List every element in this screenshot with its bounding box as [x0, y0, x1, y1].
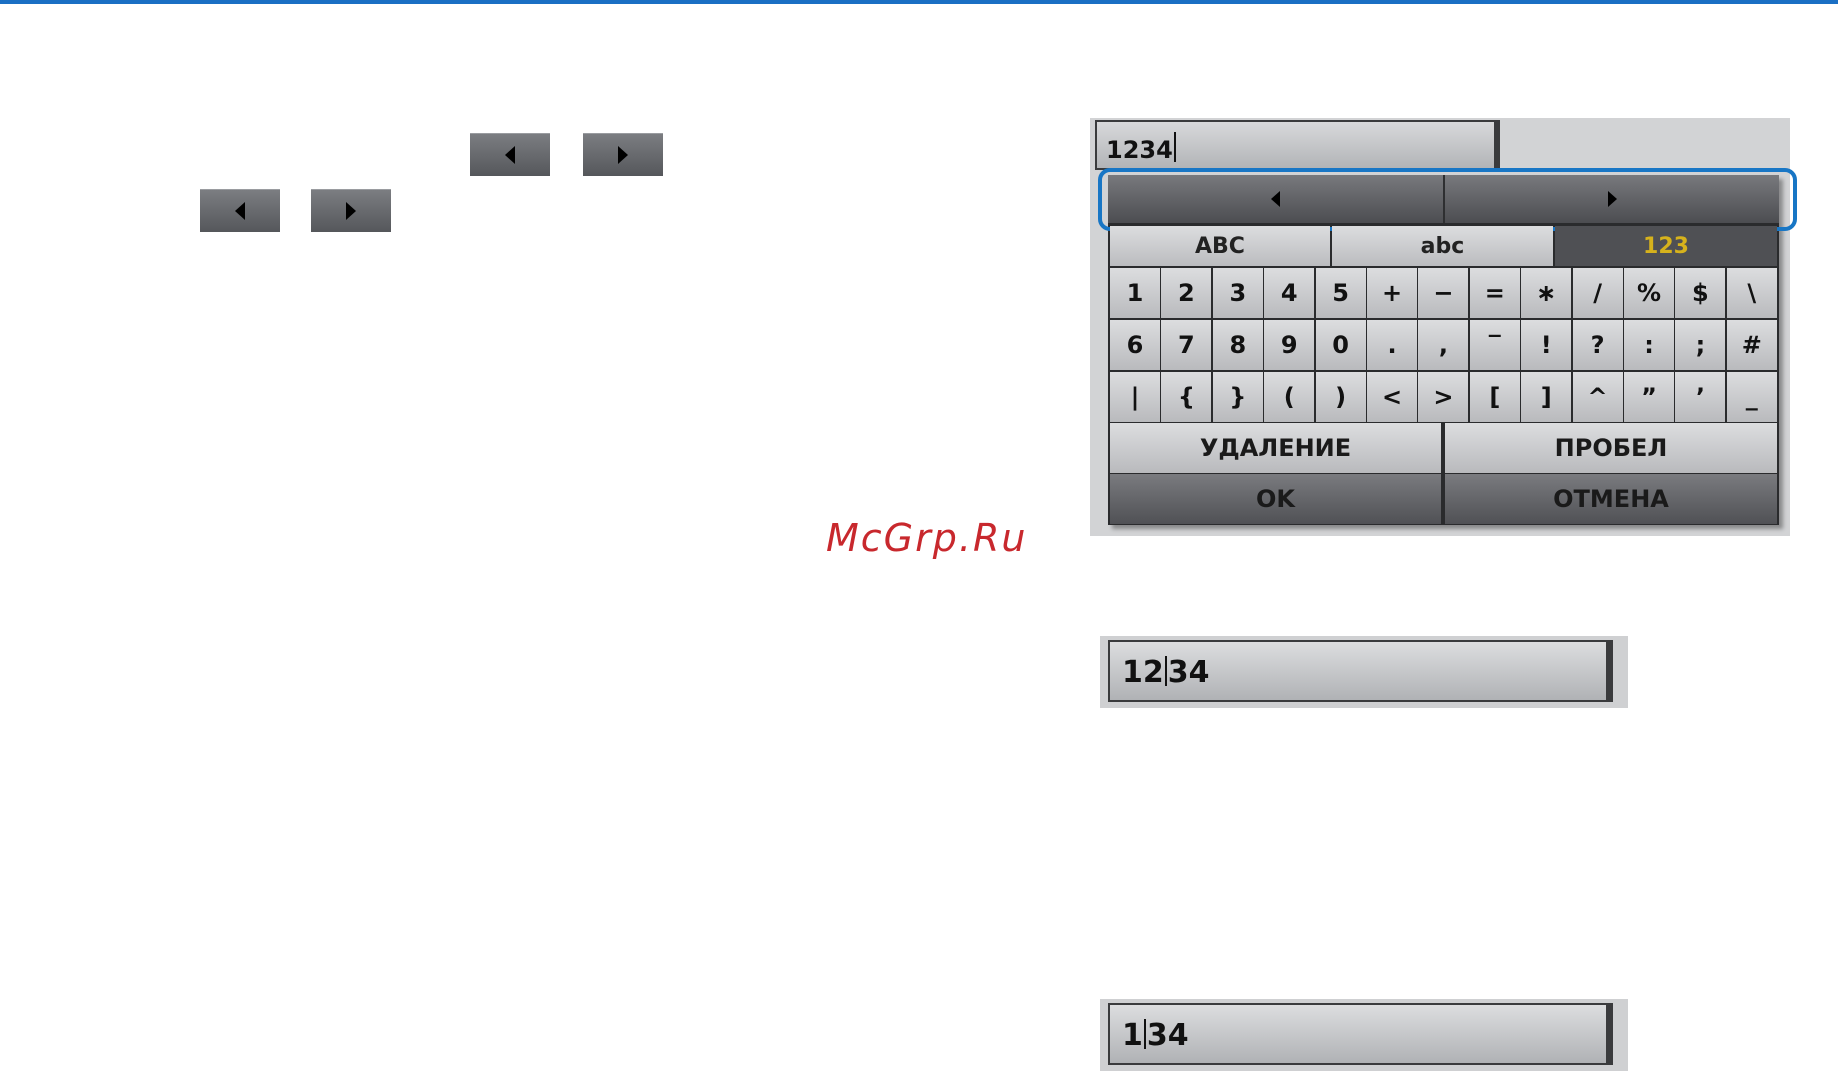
- key[interactable]: 6: [1110, 320, 1160, 370]
- tab-abc[interactable]: ABC: [1110, 226, 1330, 266]
- input-field-example: 1 34: [1100, 999, 1628, 1071]
- text-cursor: [1164, 656, 1167, 686]
- key[interactable]: 7: [1161, 320, 1212, 370]
- key[interactable]: (: [1264, 372, 1315, 422]
- top-rule: [0, 0, 1838, 4]
- text-cursor: [1173, 132, 1176, 162]
- key[interactable]: ,: [1418, 320, 1469, 370]
- key[interactable]: 9: [1264, 320, 1315, 370]
- input-value: 1234: [1106, 136, 1173, 164]
- value-after-cursor: 34: [1167, 655, 1210, 690]
- space-button[interactable]: ПРОБЕЛ: [1445, 423, 1777, 473]
- key[interactable]: #: [1726, 320, 1777, 370]
- key[interactable]: ]: [1521, 372, 1572, 422]
- key[interactable]: \: [1726, 268, 1777, 318]
- key[interactable]: $: [1675, 268, 1726, 318]
- key[interactable]: 2: [1161, 268, 1212, 318]
- key[interactable]: ’: [1675, 372, 1726, 422]
- key[interactable]: 5: [1315, 268, 1366, 318]
- key[interactable]: {: [1161, 372, 1212, 422]
- arrow-row-highlight: [1098, 168, 1797, 231]
- text-input-field[interactable]: 1234: [1108, 640, 1613, 702]
- left-arrow-button-illustration: [200, 189, 280, 232]
- key[interactable]: >: [1418, 372, 1469, 422]
- key[interactable]: %: [1624, 268, 1674, 318]
- key[interactable]: _: [1726, 372, 1777, 422]
- key[interactable]: ^: [1572, 372, 1623, 422]
- right-arrow-button-illustration: [583, 133, 663, 176]
- right-arrow-button-illustration: [311, 189, 391, 232]
- key[interactable]: !: [1521, 320, 1572, 370]
- key[interactable]: :: [1624, 320, 1674, 370]
- key[interactable]: ”: [1624, 372, 1674, 422]
- key[interactable]: ;: [1675, 320, 1726, 370]
- key[interactable]: |: [1110, 372, 1160, 422]
- tab-abc[interactable]: abc: [1332, 226, 1553, 266]
- key[interactable]: +: [1367, 268, 1417, 318]
- triangle-left-icon: [235, 201, 245, 220]
- key[interactable]: ?: [1572, 320, 1623, 370]
- ok-button[interactable]: OK: [1110, 474, 1441, 524]
- triangle-right-icon: [618, 145, 628, 164]
- value-before-cursor: 1: [1122, 1018, 1143, 1053]
- text-input-field[interactable]: 1234: [1095, 120, 1500, 170]
- key[interactable]: 4: [1264, 268, 1315, 318]
- left-arrow-button-illustration: [470, 133, 550, 176]
- tab-123[interactable]: 123: [1555, 226, 1777, 266]
- key[interactable]: 8: [1212, 320, 1263, 370]
- key[interactable]: ‾: [1469, 320, 1520, 370]
- value-before-cursor: 12: [1122, 655, 1164, 690]
- key[interactable]: .: [1367, 320, 1417, 370]
- key[interactable]: 1: [1110, 268, 1160, 318]
- key[interactable]: [: [1469, 372, 1520, 422]
- key[interactable]: ): [1315, 372, 1366, 422]
- text-input-field[interactable]: 1 34: [1108, 1003, 1613, 1065]
- key[interactable]: 0: [1315, 320, 1366, 370]
- watermark: McGrp.Ru: [826, 516, 1028, 560]
- key[interactable]: ∗: [1521, 268, 1572, 318]
- input-field-example: 12 34: [1100, 636, 1628, 708]
- cancel-button[interactable]: ОТМЕНА: [1445, 474, 1777, 524]
- triangle-left-icon: [505, 145, 515, 164]
- key[interactable]: }: [1212, 372, 1263, 422]
- value-after-cursor: 34: [1146, 1018, 1189, 1053]
- triangle-right-icon: [346, 201, 356, 220]
- key[interactable]: /: [1572, 268, 1623, 318]
- key[interactable]: −: [1418, 268, 1469, 318]
- delete-button[interactable]: УДАЛЕНИЕ: [1110, 423, 1441, 473]
- key[interactable]: <: [1367, 372, 1417, 422]
- text-cursor: [1143, 1019, 1146, 1049]
- key[interactable]: =: [1469, 268, 1520, 318]
- key[interactable]: 3: [1212, 268, 1263, 318]
